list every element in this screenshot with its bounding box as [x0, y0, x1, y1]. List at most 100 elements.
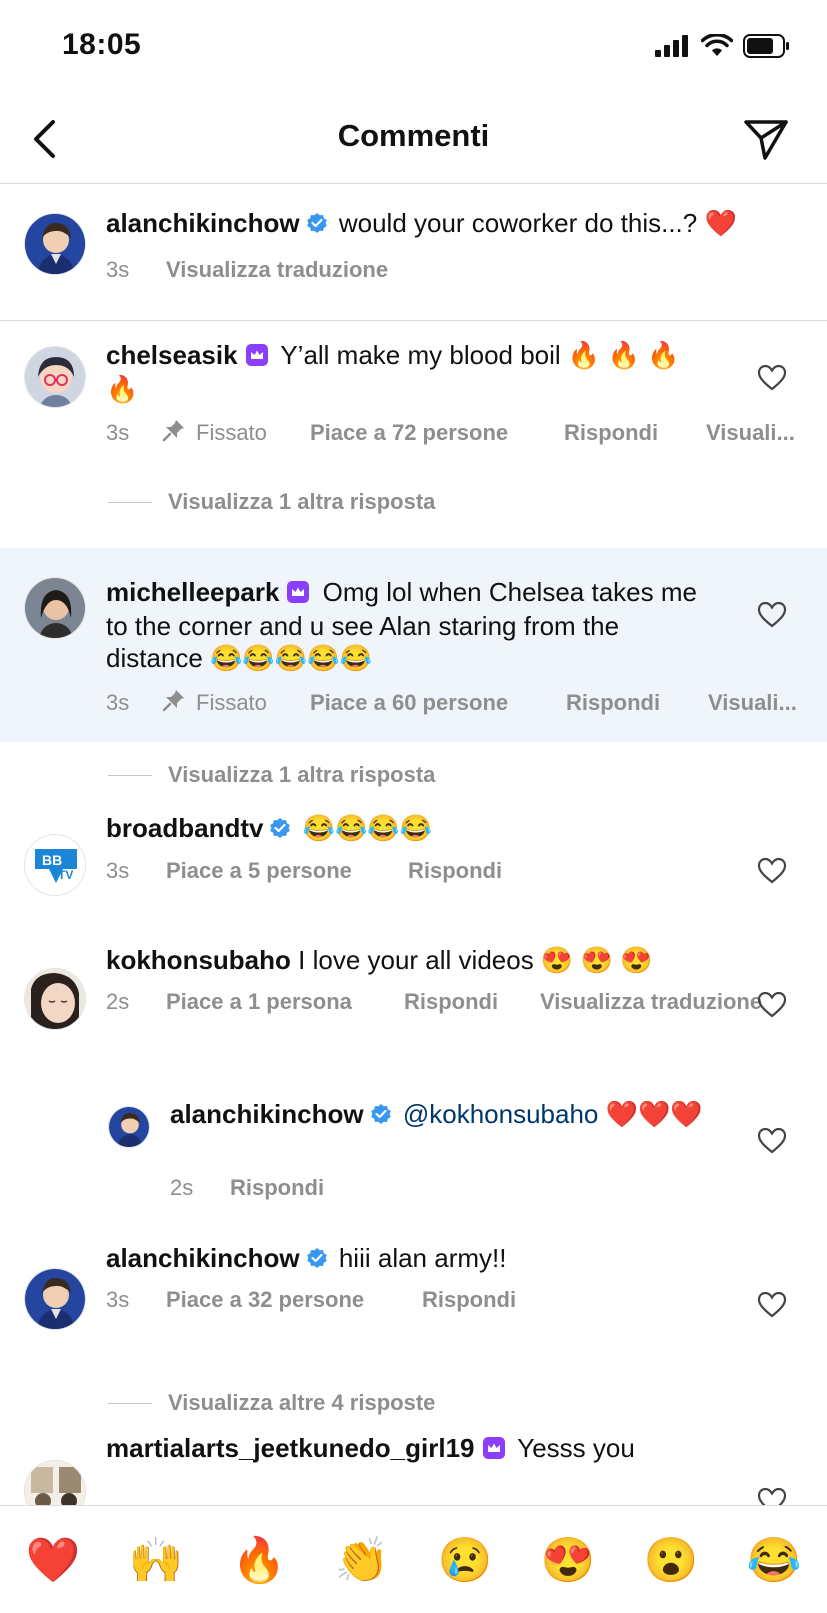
emoji-heart-button[interactable]: ❤️ — [24, 1532, 82, 1590]
share-button[interactable] — [741, 114, 791, 164]
avatar-image — [25, 1269, 85, 1329]
cellular-signal-icon — [655, 35, 688, 57]
username[interactable]: chelseasik — [106, 340, 238, 370]
comment-time: 3s — [106, 257, 130, 282]
svg-text:TV: TV — [58, 868, 73, 882]
comment-item: michelleepark Omg lol when Chelsea takes… — [0, 548, 827, 742]
crown-badge-icon — [245, 341, 268, 373]
username[interactable]: broadbandtv — [106, 813, 263, 843]
avatar[interactable] — [24, 346, 86, 408]
view-more-replies[interactable]: Visualizza 1 altra risposta — [108, 762, 435, 788]
likes-count[interactable]: Piace a 1 persona — [166, 989, 352, 1015]
avatar-image — [25, 347, 85, 407]
reply-button[interactable]: Rispondi — [230, 1175, 324, 1201]
like-heart-icon[interactable] — [757, 600, 787, 630]
comment-time: 3s — [106, 420, 130, 445]
likes-count[interactable]: Piace a 5 persone — [166, 858, 352, 884]
page-title: Commenti — [337, 118, 490, 153]
avatar-image — [25, 1461, 85, 1505]
emoji-clap-button[interactable]: 👏 — [333, 1532, 391, 1590]
verified-badge-icon — [269, 814, 291, 846]
username[interactable]: michelleepark — [106, 577, 279, 607]
emoji-fire-button[interactable]: 🔥 — [230, 1532, 288, 1590]
reply-button[interactable]: Rispondi — [566, 690, 660, 716]
reply-button[interactable]: Rispondi — [564, 420, 658, 446]
avatar[interactable] — [24, 968, 86, 1030]
view-more-replies[interactable]: Visualizza 1 altra risposta — [108, 489, 435, 515]
translate-link[interactable]: Visualizza traduzione — [540, 989, 762, 1015]
crown-badge-icon — [482, 1434, 505, 1466]
like-heart-icon[interactable] — [757, 990, 787, 1020]
pinned-label: Fissato — [196, 690, 267, 715]
comment-item: chelseasik Y’all make my blood boil 🔥 🔥 … — [0, 321, 827, 541]
avatar[interactable] — [24, 577, 86, 639]
reply-button[interactable]: Rispondi — [408, 858, 502, 884]
comment-text: I love your all videos 😍 😍 😍 — [298, 945, 653, 975]
likes-count[interactable]: Piace a 32 persone — [166, 1287, 364, 1313]
pin-icon — [162, 418, 186, 448]
translate-link[interactable]: Visuali... — [708, 690, 797, 716]
emoji-laughing-button[interactable]: 😂 — [745, 1532, 803, 1590]
status-bar: 18:05 — [0, 0, 827, 96]
emoji-raised-hands-button[interactable]: 🙌 — [127, 1532, 185, 1590]
comment-text: hiii alan army!! — [338, 1243, 507, 1273]
comment-meta: 3s Fissato Piace a 72 persone Rispondi V… — [106, 420, 806, 448]
translate-link[interactable]: Visualizza traduzione — [166, 257, 388, 283]
svg-text:BB: BB — [42, 852, 62, 868]
username[interactable]: alanchikinchow — [106, 208, 300, 238]
comment-meta: 2s Rispondi — [170, 1175, 790, 1203]
reply-button[interactable]: Rispondi — [404, 989, 498, 1015]
avatar[interactable] — [24, 1268, 86, 1330]
mention-link[interactable]: @kokhonsubaho — [403, 1099, 599, 1129]
pinned-label: Fissato — [196, 420, 267, 445]
comment-text: Yesss you — [517, 1433, 635, 1463]
comment-time: 2s — [170, 1175, 194, 1200]
comment-time: 2s — [106, 989, 130, 1014]
comment-text: 😂😂😂😂 — [302, 813, 433, 843]
translate-link[interactable]: Visuali... — [706, 420, 795, 446]
comment-time: 3s — [106, 858, 130, 883]
bbtv-logo-icon: BB TV — [25, 835, 85, 895]
comment-meta: 3s Fissato Piace a 60 persone Rispondi V… — [106, 690, 806, 718]
likes-count[interactable]: Piace a 60 persone — [310, 690, 508, 716]
comment-time: 3s — [106, 690, 130, 715]
comment-item: martialarts_jeetkunedo_girl19 Yesss you — [0, 1430, 827, 1505]
emoji-heart-eyes-button[interactable]: 😍 — [539, 1532, 597, 1590]
paper-plane-icon — [744, 120, 788, 160]
avatar-image — [25, 969, 85, 1029]
battery-icon — [743, 34, 789, 58]
avatar[interactable]: BB TV — [24, 834, 86, 896]
emoji-crying-button[interactable]: 😢 — [436, 1532, 494, 1590]
like-heart-icon[interactable] — [757, 1126, 787, 1156]
username[interactable]: alanchikinchow — [106, 1243, 300, 1273]
verified-badge-icon — [306, 209, 328, 241]
comment-meta: 3s Piace a 32 persone Rispondi — [106, 1287, 806, 1315]
avatar[interactable] — [24, 1460, 86, 1505]
avatar[interactable] — [24, 213, 86, 275]
header: Commenti — [0, 96, 827, 184]
reply-button[interactable]: Rispondi — [422, 1287, 516, 1313]
emoji-reaction-bar: ❤️ 🙌 🔥 👏 😢 😍 😮 😂 — [0, 1505, 827, 1613]
avatar-image — [109, 1107, 149, 1147]
comment-meta: 2s Piace a 1 persona Rispondi Visualizza… — [106, 989, 806, 1017]
comment-item: alanchikinchow hiii alan army!! 3s Piace… — [0, 1240, 827, 1415]
comment-time: 3s — [106, 1287, 130, 1312]
username[interactable]: alanchikinchow — [170, 1099, 364, 1129]
like-heart-icon[interactable] — [757, 1486, 787, 1505]
view-more-replies[interactable]: Visualizza altre 4 risposte — [108, 1390, 435, 1416]
status-time: 18:05 — [62, 28, 142, 61]
username[interactable]: martialarts_jeetkunedo_girl19 — [106, 1433, 475, 1463]
likes-count[interactable]: Piace a 72 persone — [310, 420, 508, 446]
username[interactable]: kokhonsubaho — [106, 945, 291, 975]
emoji-surprised-button[interactable]: 😮 — [642, 1532, 700, 1590]
like-heart-icon[interactable] — [757, 1290, 787, 1320]
like-heart-icon[interactable] — [757, 856, 787, 886]
caption: alanchikinchow would your coworker do th… — [0, 185, 827, 320]
status-icons — [655, 34, 791, 58]
crown-badge-icon — [287, 578, 310, 610]
like-heart-icon[interactable] — [757, 363, 787, 393]
avatar-image — [25, 214, 85, 274]
verified-badge-icon — [370, 1100, 392, 1132]
comment-text: ❤️❤️❤️ — [605, 1099, 703, 1129]
avatar[interactable] — [108, 1106, 150, 1148]
